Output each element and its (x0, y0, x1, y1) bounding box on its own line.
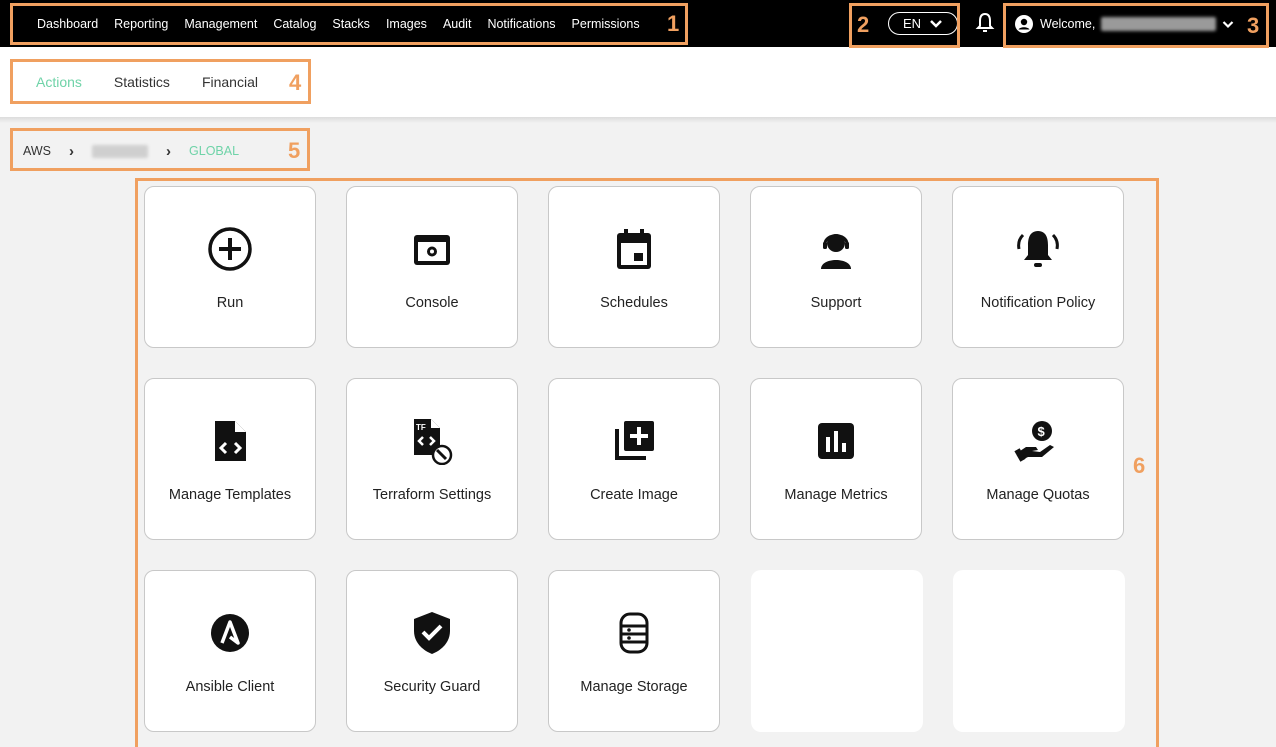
annotation-number-6: 6 (1133, 453, 1146, 478)
bell-icon[interactable] (975, 12, 995, 34)
annotation-number-1: 1 (667, 11, 680, 36)
annotation-box-6 (135, 178, 1159, 747)
annotation-number-3: 3 (1247, 13, 1260, 38)
annotation-box-4 (10, 59, 311, 104)
annotation-box-5 (10, 128, 310, 171)
annotation-box-1 (10, 3, 688, 45)
divider (0, 117, 1276, 123)
annotation-number-4: 4 (289, 70, 302, 95)
annotation-number-2: 2 (857, 12, 870, 37)
annotation-box-3 (1003, 3, 1269, 48)
annotation-number-5: 5 (288, 138, 301, 163)
